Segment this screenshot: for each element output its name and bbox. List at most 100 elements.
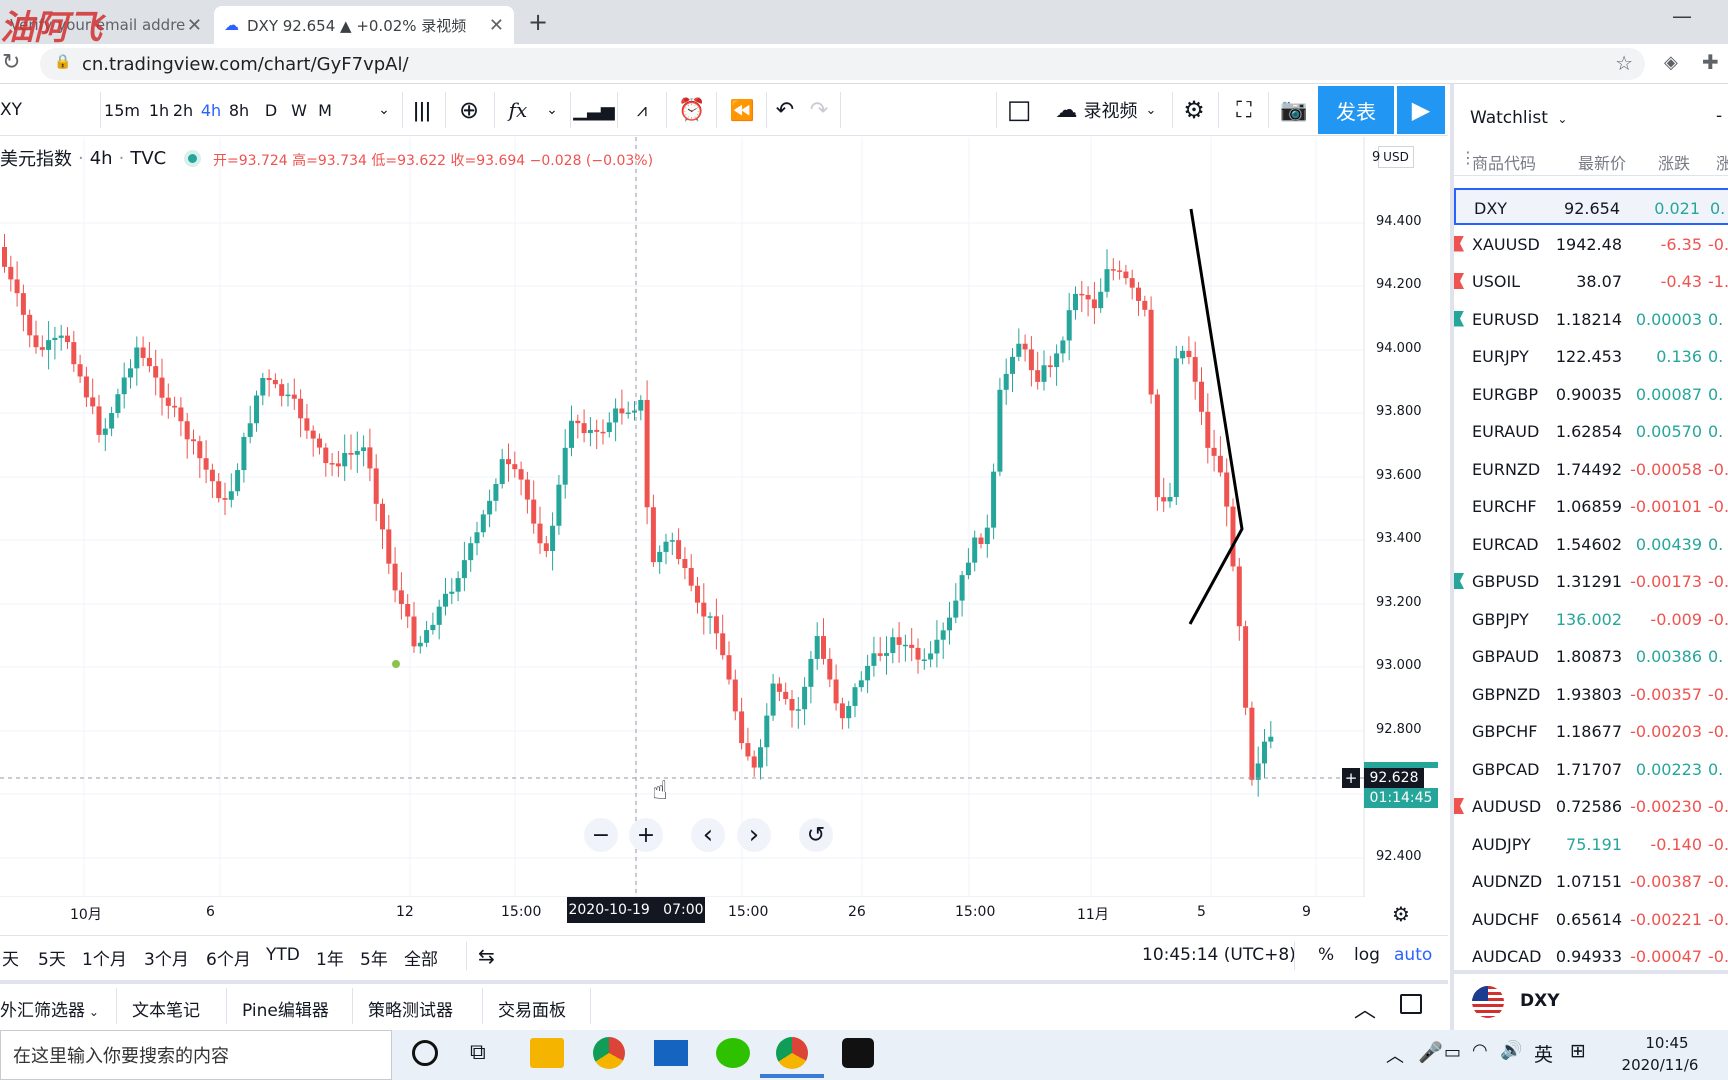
interval-D[interactable]: D (260, 84, 282, 136)
screen-recorder-icon[interactable] (842, 1038, 874, 1068)
candles-icon[interactable]: ǀǀǀ (404, 84, 440, 136)
redo-icon[interactable]: ↷ (804, 84, 834, 136)
range-6[interactable]: 1年 (316, 945, 344, 970)
maximize-panel-icon[interactable] (1400, 994, 1422, 1014)
watchlist-row[interactable]: AUDCHF 0.65614 -0.00221 -0. (1454, 901, 1728, 938)
watchlist-row[interactable]: GBPCAD 1.71707 0.00223 0. (1454, 751, 1728, 788)
watchlist-row[interactable]: USOIL 38.07 -0.43 -1. (1454, 263, 1728, 300)
settings-gear-icon[interactable]: ⚙ (1176, 84, 1212, 136)
file-explorer-icon[interactable] (530, 1038, 564, 1068)
taskbar-time[interactable]: 10:45 (1630, 1034, 1704, 1052)
watchlist-row[interactable]: AUDJPY 75.191 -0.140 -0. (1454, 826, 1728, 863)
flag-icon[interactable] (1454, 273, 1464, 289)
chart-pane[interactable] (0, 137, 1365, 897)
strategy-chart-icon[interactable]: ⩘ (622, 84, 662, 136)
interval-M[interactable]: M (314, 84, 336, 136)
scroll-forward-button[interactable]: › (737, 818, 771, 852)
indicators-dropdown-icon[interactable]: ⌄ (540, 84, 564, 136)
watchlist-row[interactable]: EURCAD 1.54602 0.00439 0. (1454, 526, 1728, 563)
compare-icon[interactable]: ⊕ (450, 84, 488, 136)
indicators-icon[interactable]: fx (500, 84, 536, 136)
watchlist-row[interactable]: GBPAUD 1.80873 0.00386 0. (1454, 638, 1728, 675)
range-1[interactable]: 5天 (38, 945, 66, 970)
flag-icon[interactable] (1454, 235, 1464, 252)
clock-display[interactable]: 10:45:14 (UTC+8) (1142, 945, 1296, 965)
symbol-details[interactable]: DXY (1454, 970, 1728, 1030)
volume-icon[interactable]: 🔊 (1500, 1040, 1522, 1061)
tab-dxy[interactable]: ☁ DXY 92.654 ▲ +0.02% 录视频 ✕ (214, 6, 514, 44)
url-field[interactable]: 🔒 cn.tradingview.com/chart/GyF7vpAl/ ☆ (40, 48, 1645, 80)
battery-icon[interactable]: ▭ (1444, 1042, 1461, 1063)
play-circle-icon[interactable]: ▶ (1397, 86, 1445, 134)
watchlist-row[interactable]: EURUSD 1.18214 0.00003 0. (1454, 301, 1728, 338)
bookmark-star-icon[interactable]: ☆ (1615, 51, 1633, 75)
log-scale-toggle[interactable]: log (1354, 945, 1380, 965)
range-7[interactable]: 5年 (360, 945, 388, 970)
flag-icon[interactable] (1454, 310, 1464, 327)
interval-2h[interactable]: 2h (172, 84, 194, 136)
interval-dropdown-icon[interactable]: ⌄ (372, 84, 396, 136)
interval-15m[interactable]: 15m (104, 84, 140, 136)
header-symbol[interactable]: 商品代码 (1472, 150, 1536, 174)
range-2[interactable]: 1个月 (82, 945, 127, 970)
wifi-icon[interactable]: ◠ (1472, 1040, 1488, 1061)
mail-icon[interactable] (654, 1040, 688, 1066)
chevron-up-icon[interactable]: ︿ (1354, 992, 1376, 1024)
watchlist-row[interactable]: EURJPY 122.453 0.136 0. (1454, 338, 1728, 375)
flag-icon[interactable] (1454, 798, 1464, 814)
watchlist-row[interactable]: GBPUSD 1.31291 -0.00173 -0. (1454, 563, 1728, 600)
financials-icon[interactable]: ▁▃▅ (573, 84, 615, 136)
undo-icon[interactable]: ↶ (770, 84, 800, 136)
puzzle-icon[interactable]: ✚ (1702, 50, 1719, 74)
watchlist-row[interactable]: AUDNZD 1.07151 -0.00387 -0. (1454, 863, 1728, 900)
scroll-back-button[interactable]: ‹ (691, 818, 725, 852)
watchlist-row[interactable]: EURNZD 1.74492 -0.00058 -0. (1454, 451, 1728, 488)
reset-chart-button[interactable]: ↺ (799, 818, 833, 852)
header-last[interactable]: 最新价 (1578, 150, 1626, 174)
new-tab-icon[interactable]: + (528, 8, 548, 36)
reload-icon[interactable]: ↻ (2, 50, 20, 75)
range-5[interactable]: YTD (266, 945, 300, 965)
fullscreen-icon[interactable]: ⛶ (1224, 84, 1264, 136)
keyboard-grid-icon[interactable]: ⊞ (1570, 1040, 1586, 1062)
interval-4h[interactable]: 4h (200, 84, 222, 136)
panel-tab-0[interactable]: 外汇筛选器 ⌄ (0, 996, 99, 1021)
watchlist-add-icon[interactable]: - (1716, 106, 1722, 126)
taskbar-date[interactable]: 2020/11/6 (1610, 1056, 1710, 1074)
ime-indicator[interactable]: 英 (1534, 1040, 1553, 1067)
range-0[interactable]: 天 (2, 945, 19, 970)
interval-8h[interactable]: 8h (228, 84, 250, 136)
price-chart[interactable] (0, 137, 1365, 897)
panel-tab-3[interactable]: 策略测试器 (368, 996, 453, 1021)
replay-icon[interactable]: ⏪ (722, 84, 762, 136)
panel-tab-2[interactable]: Pine编辑器 (242, 996, 329, 1021)
close-tab-icon[interactable]: ✕ (489, 15, 504, 36)
percent-scale-toggle[interactable]: % (1318, 945, 1334, 965)
wechat-icon[interactable] (716, 1038, 750, 1068)
task-view-icon[interactable]: ⧉ (470, 1040, 486, 1065)
layout-square-icon[interactable]: □ (1002, 84, 1036, 136)
range-4[interactable]: 6个月 (206, 945, 251, 970)
zoom-out-button[interactable]: − (584, 818, 618, 852)
watchlist-row[interactable]: GBPJPY 136.002 -0.009 -0. (1454, 601, 1728, 638)
watchlist-title[interactable]: Watchlist ⌄ (1470, 108, 1567, 128)
panel-tab-1[interactable]: 文本笔记 (132, 996, 200, 1021)
panel-tab-4[interactable]: 交易面板 (498, 996, 566, 1021)
interval-W[interactable]: W (288, 84, 310, 136)
watchlist-row[interactable]: EURGBP 0.90035 0.00087 0. (1454, 376, 1728, 413)
cortana-circle-icon[interactable] (412, 1040, 438, 1066)
zoom-in-button[interactable]: + (629, 818, 663, 852)
symbol-search[interactable]: XY (0, 84, 40, 136)
crosshair-add-icon[interactable]: + (1342, 768, 1360, 788)
watchlist-row[interactable]: AUDUSD 0.72586 -0.00230 -0. (1454, 788, 1728, 825)
microphone-icon[interactable]: 🎤 (1418, 1040, 1443, 1064)
minimize-icon[interactable]: — (1672, 4, 1692, 28)
watchlist-row[interactable]: XAUUSD 1942.48 -6.35 -0. (1454, 226, 1728, 263)
watchlist-row[interactable]: GBPNZD 1.93803 -0.00357 -0. (1454, 676, 1728, 713)
header-change-pct[interactable]: 涨 (1716, 150, 1728, 174)
axis-settings-gear-icon[interactable]: ⚙ (1392, 902, 1410, 926)
chrome-icon[interactable] (593, 1037, 625, 1069)
watchlist-row[interactable]: DXY 92.654 0.021 0. (1454, 188, 1728, 225)
range-8[interactable]: 全部 (404, 945, 438, 970)
snapshot-camera-icon[interactable]: 📷 (1274, 84, 1314, 136)
